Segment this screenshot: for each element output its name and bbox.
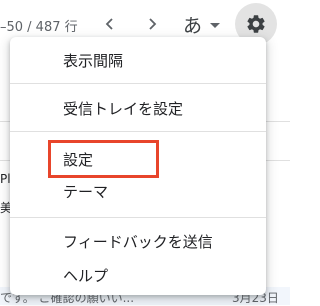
chevron-left-icon	[105, 18, 113, 30]
menu-item-display-density[interactable]: 表示間隔	[10, 44, 266, 76]
list-divider	[0, 121, 10, 122]
menu-separator	[10, 131, 266, 132]
older-button[interactable]	[140, 12, 164, 36]
menu-item-help[interactable]: ヘルプ	[10, 259, 266, 291]
input-tool-char: あ	[183, 15, 203, 37]
menu-item-label: フィードバックを送信	[63, 232, 213, 251]
list-divider	[0, 160, 10, 161]
menu-separator	[10, 217, 266, 218]
menu-item-label: 設定	[63, 150, 94, 169]
caret-down-icon	[210, 23, 221, 28]
newer-button[interactable]	[98, 12, 122, 36]
settings-menu: 表示間隔 受信トレイを設定 設定 テーマ フィードバックを送信 ヘルプ	[10, 37, 266, 295]
menu-item-configure-inbox[interactable]: 受信トレイを設定	[10, 92, 266, 124]
menu-item-themes[interactable]: テーマ	[10, 175, 266, 207]
menu-item-label: 受信トレイを設定	[63, 99, 184, 118]
list-divider	[266, 121, 290, 122]
list-divider	[266, 160, 290, 161]
menu-item-label: テーマ	[63, 182, 109, 201]
menu-item-send-feedback[interactable]: フィードバックを送信	[10, 225, 266, 257]
menu-item-settings[interactable]: 設定	[10, 143, 266, 175]
menu-separator	[10, 83, 266, 84]
menu-item-label: ヘルプ	[63, 266, 109, 285]
input-tools-button[interactable]: あ	[183, 11, 221, 38]
gear-icon	[247, 15, 265, 33]
menu-item-label: 表示間隔	[63, 51, 124, 70]
pagination-text: –50 / 487 行	[0, 20, 78, 35]
chevron-right-icon	[149, 18, 157, 30]
list-item-fragment: Pl	[0, 172, 11, 186]
